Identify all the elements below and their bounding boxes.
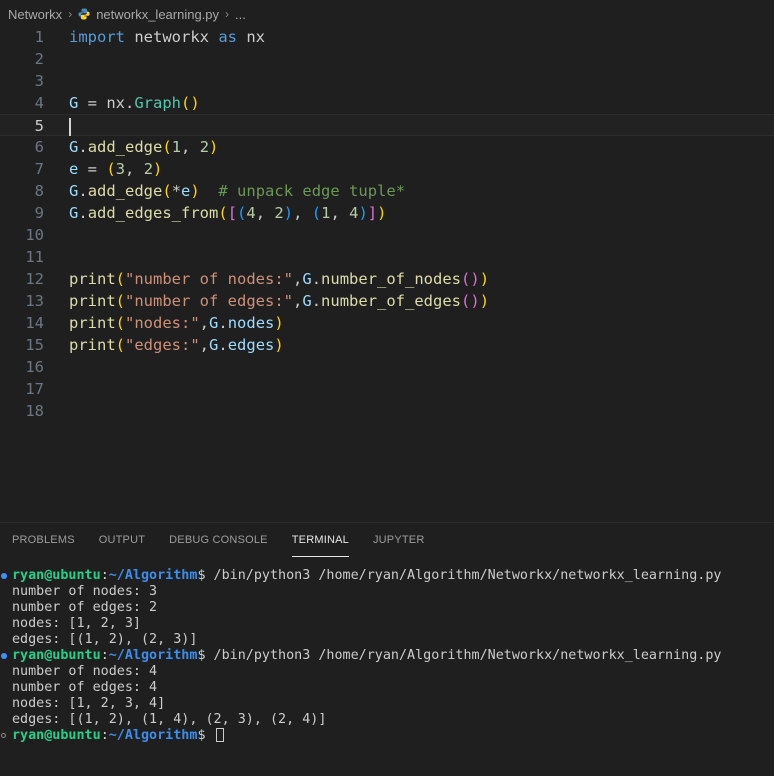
code-line[interactable]: 7 e = (3, 2) — [0, 158, 774, 180]
terminal-output-line: number of edges: 4 — [12, 680, 158, 695]
text-cursor — [69, 117, 71, 136]
line-number: 17 — [25, 380, 44, 398]
terminal-output[interactable]: ryan@ubuntu:~/Algorithm$ /bin/python3 /h… — [0, 568, 774, 744]
tab-jupyter[interactable]: JUPYTER — [361, 523, 437, 557]
tab-output[interactable]: OUTPUT — [87, 523, 157, 557]
terminal-output-line: number of nodes: 4 — [12, 664, 158, 679]
terminal-output-line: number of nodes: 3 — [12, 584, 158, 599]
line-number: 13 — [25, 292, 44, 310]
code-editor[interactable]: 1 import networkx as nx 2 3 4 G = nx.Graph() 5… — [0, 26, 774, 522]
line-number: 3 — [34, 72, 44, 90]
terminal-prompt-line: ryan@ubuntu:~/Algorithm$ — [0, 728, 774, 744]
code-text: G.add_edges_from([(4, 2), (1, 4)]) — [69, 204, 387, 222]
line-number: 15 — [25, 336, 44, 354]
prompt-path: ~/Algorithm — [108, 728, 198, 743]
terminal-prompt-line: ryan@ubuntu:~/Algorithm$ /bin/python3 /h… — [0, 568, 774, 584]
code-line[interactable]: 1 import networkx as nx — [0, 26, 774, 48]
terminal-output-line: edges: [(1, 2), (1, 4), (2, 3), (2, 4)] — [12, 712, 327, 727]
code-text — [69, 115, 71, 137]
prompt-path: ~/Algorithm — [108, 568, 198, 583]
code-line[interactable]: 5 — [0, 114, 774, 136]
code-text: print("number of edges:",G.number_of_edg… — [69, 292, 490, 310]
command-decoration-icon[interactable] — [1, 653, 7, 659]
code-line[interactable]: 15 print("edges:",G.edges) — [0, 334, 774, 356]
code-text: import networkx as nx — [69, 28, 265, 46]
line-number: 5 — [34, 117, 44, 135]
code-line[interactable]: 4 G = nx.Graph() — [0, 92, 774, 114]
code-line[interactable]: 10 — [0, 224, 774, 246]
code-line[interactable]: 3 — [0, 70, 774, 92]
prompt-path: ~/Algorithm — [108, 648, 198, 663]
command-decoration-icon[interactable] — [1, 733, 6, 738]
prompt-user: ryan@ubuntu — [12, 648, 101, 663]
code-text: print("edges:",G.edges) — [69, 336, 284, 354]
breadcrumb: Networkx › networkx_learning.py › ... — [0, 0, 774, 28]
breadcrumb-folder[interactable]: Networkx — [8, 7, 62, 22]
chevron-right-icon: › — [68, 7, 73, 21]
code-text: G = nx.Graph() — [69, 94, 200, 112]
code-line[interactable]: 12 print("number of nodes:",G.number_of_n… — [0, 268, 774, 290]
code-line[interactable]: 18 — [0, 400, 774, 422]
code-text: G.add_edge(1, 2) — [69, 138, 219, 156]
line-number: 6 — [34, 138, 44, 156]
prompt-user: ryan@ubuntu — [12, 728, 101, 743]
code-text: e = (3, 2) — [69, 160, 163, 178]
tab-problems[interactable]: PROBLEMS — [0, 523, 87, 557]
line-number: 11 — [25, 248, 44, 266]
code-text: print("number of nodes:",G.number_of_nod… — [69, 270, 490, 288]
code-text: G.add_edge(*e) # unpack edge tuple* — [69, 182, 406, 200]
chevron-right-icon: › — [225, 7, 230, 21]
code-line[interactable]: 11 — [0, 246, 774, 268]
code-line[interactable]: 16 — [0, 356, 774, 378]
breadcrumb-more[interactable]: ... — [235, 7, 246, 22]
prompt-command: $ — [197, 728, 214, 743]
terminal-output-line: edges: [(1, 2), (2, 3)] — [12, 632, 198, 647]
code-line[interactable]: 6 G.add_edge(1, 2) — [0, 136, 774, 158]
tab-debug-console[interactable]: DEBUG CONSOLE — [157, 523, 280, 557]
code-line[interactable]: 17 — [0, 378, 774, 400]
line-number: 2 — [34, 50, 44, 68]
code-line[interactable]: 9 G.add_edges_from([(4, 2), (1, 4)]) — [0, 202, 774, 224]
terminal-cursor — [215, 728, 224, 742]
prompt-command: $ /bin/python3 /home/ryan/Algorithm/Netw… — [197, 648, 722, 663]
code-line[interactable]: 2 — [0, 48, 774, 70]
terminal-prompt-line: ryan@ubuntu:~/Algorithm$ /bin/python3 /h… — [0, 648, 774, 664]
line-number: 16 — [25, 358, 44, 376]
code-line[interactable]: 14 print("nodes:",G.nodes) — [0, 312, 774, 334]
line-number: 18 — [25, 402, 44, 420]
breadcrumb-file[interactable]: networkx_learning.py — [96, 7, 219, 22]
command-decoration-icon[interactable] — [1, 573, 7, 579]
line-number: 10 — [25, 226, 44, 244]
line-number: 1 — [34, 28, 44, 46]
code-text: print("nodes:",G.nodes) — [69, 314, 284, 332]
line-number: 4 — [34, 94, 44, 112]
tab-terminal[interactable]: TERMINAL — [280, 523, 361, 557]
line-number: 8 — [34, 182, 44, 200]
line-number: 9 — [34, 204, 44, 222]
line-number: 14 — [25, 314, 44, 332]
terminal-output-line: nodes: [1, 2, 3, 4] — [12, 696, 166, 711]
code-line[interactable]: 8 G.add_edge(*e) # unpack edge tuple* — [0, 180, 774, 202]
terminal-output-line: number of edges: 2 — [12, 600, 158, 615]
python-file-icon — [78, 8, 90, 20]
prompt-user: ryan@ubuntu — [12, 568, 101, 583]
terminal-output-line: nodes: [1, 2, 3] — [12, 616, 141, 631]
line-number: 12 — [25, 270, 44, 288]
prompt-command: $ /bin/python3 /home/ryan/Algorithm/Netw… — [197, 568, 722, 583]
panel-tabs: PROBLEMS OUTPUT DEBUG CONSOLE TERMINAL JUPYT… — [0, 523, 774, 557]
code-line[interactable]: 13 print("number of edges:",G.number_of_e… — [0, 290, 774, 312]
line-number: 7 — [34, 160, 44, 178]
